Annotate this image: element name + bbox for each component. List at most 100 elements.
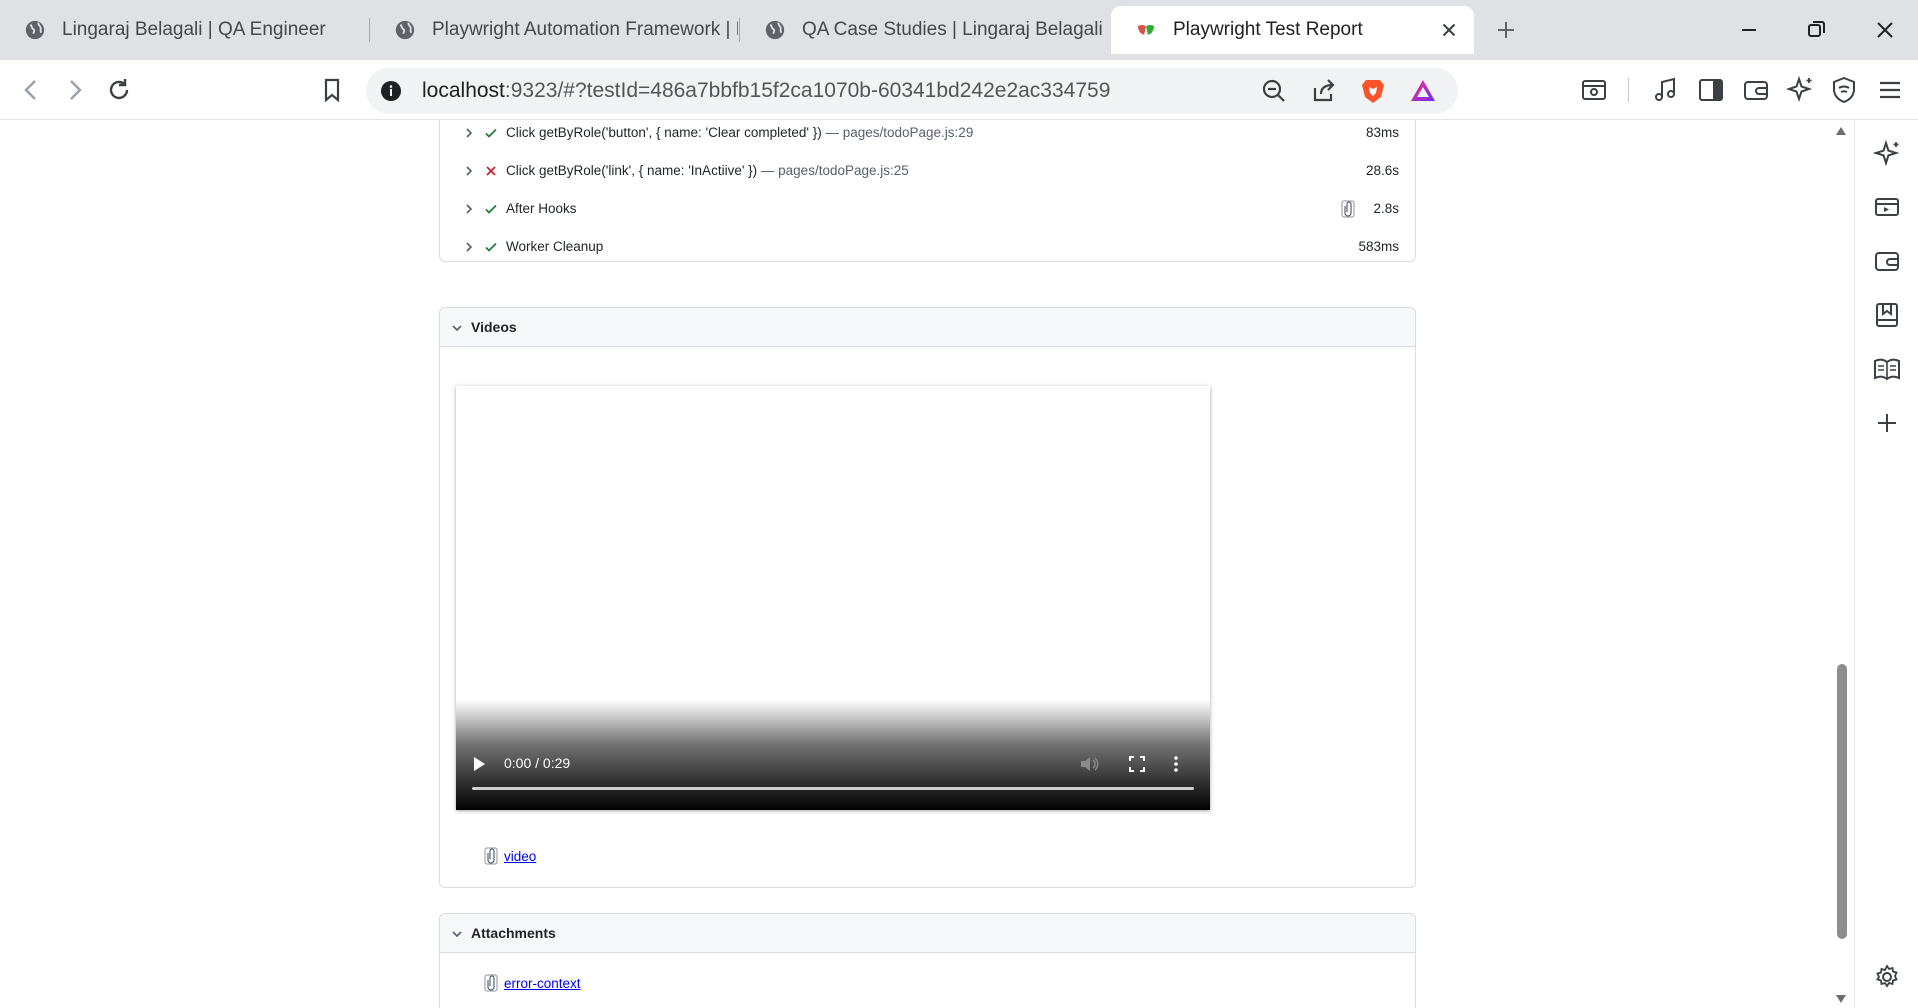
menu-icon[interactable] xyxy=(1875,75,1905,105)
wallet-icon[interactable] xyxy=(1873,247,1901,275)
step-title-text: After Hooks xyxy=(506,201,577,216)
attachments-panel: Attachments error-context xyxy=(439,913,1416,1008)
attachment-row: error-context xyxy=(484,974,581,992)
minimize-button[interactable] xyxy=(1733,14,1765,46)
step-duration: 28.6s xyxy=(1365,163,1399,178)
play-icon[interactable] xyxy=(472,756,486,772)
leo-ai-icon[interactable] xyxy=(1785,75,1815,105)
video-player[interactable]: 0:00 / 0:29 xyxy=(456,386,1210,810)
tab-search-icon[interactable] xyxy=(1579,75,1609,105)
gear-icon[interactable] xyxy=(1873,963,1901,991)
check-icon xyxy=(485,204,497,214)
page-scrollbar[interactable] xyxy=(1830,120,1852,1008)
attachment-icon xyxy=(484,974,498,992)
step-title: Click getByRole('button', { name: 'Clear… xyxy=(506,125,973,140)
close-window-button[interactable] xyxy=(1869,14,1901,46)
attachments-title: Attachments xyxy=(471,925,556,941)
videos-panel: Videos 0:00 / 0:29 video xyxy=(439,307,1416,888)
browser-side-panel xyxy=(1854,120,1918,1008)
step-title-text: Worker Cleanup xyxy=(506,239,604,254)
reading-list-icon[interactable] xyxy=(1873,355,1901,383)
brave-rewards-icon[interactable] xyxy=(1408,76,1438,106)
globe-icon xyxy=(395,20,415,40)
cross-icon xyxy=(486,166,496,176)
brave-shields-icon[interactable] xyxy=(1358,76,1388,106)
chevron-right-icon[interactable] xyxy=(462,202,476,216)
sidebar-toggle-icon[interactable] xyxy=(1696,75,1726,105)
step-title: Click getByRole('link', { name: 'InActii… xyxy=(506,163,909,178)
share-icon[interactable] xyxy=(1309,76,1339,106)
tab-strip: Lingaraj Belagali | QA Engineer Playwrig… xyxy=(0,0,1918,60)
check-icon xyxy=(485,242,497,252)
error-context-link[interactable]: error-context xyxy=(504,976,581,991)
zoom-out-icon[interactable] xyxy=(1259,76,1289,106)
attachments-panel-header[interactable]: Attachments xyxy=(440,914,1415,953)
step-row[interactable]: Worker Cleanup 583ms xyxy=(440,228,1415,266)
media-icon[interactable] xyxy=(1873,193,1901,221)
volume-icon[interactable] xyxy=(1079,755,1099,773)
chevron-right-icon[interactable] xyxy=(462,126,476,140)
site-info-icon[interactable] xyxy=(380,80,402,102)
check-icon xyxy=(485,128,497,138)
step-row[interactable]: Click getByRole('button', { name: 'Clear… xyxy=(440,120,1415,152)
videos-title: Videos xyxy=(471,319,517,335)
more-options-icon[interactable] xyxy=(1172,755,1180,773)
url-host: localhost xyxy=(422,79,505,102)
bookmark-icon[interactable] xyxy=(317,75,347,105)
playwright-icon xyxy=(1137,24,1155,35)
step-title: Worker Cleanup xyxy=(506,239,603,254)
toolbar-separator xyxy=(1628,78,1629,102)
video-time: 0:00 / 0:29 xyxy=(504,755,571,771)
chevron-down-icon[interactable] xyxy=(450,321,464,335)
step-duration: 2.8s xyxy=(1373,201,1399,216)
step-title-text: Click getByRole('button', { name: 'Clear… xyxy=(506,125,822,140)
video-link[interactable]: video xyxy=(504,849,536,864)
attachment-icon[interactable] xyxy=(1341,200,1355,218)
new-tab-button[interactable] xyxy=(1494,18,1518,42)
leo-ai-icon[interactable] xyxy=(1873,140,1901,168)
video-attachment-row: video xyxy=(484,847,536,865)
test-steps-panel: Click getByRole('button', { name: 'Clear… xyxy=(439,120,1416,262)
close-icon[interactable] xyxy=(1438,19,1460,41)
step-row[interactable]: Click getByRole('link', { name: 'InActii… xyxy=(440,152,1415,190)
videos-panel-header[interactable]: Videos xyxy=(440,308,1415,347)
url-path: :9323/#?testId=486a7bbfb15f2ca1070b-6034… xyxy=(504,79,1111,102)
add-icon[interactable] xyxy=(1873,409,1901,437)
video-seek-bar[interactable] xyxy=(472,787,1194,790)
tab-playwright-framework[interactable]: Playwright Automation Framework | L xyxy=(370,6,738,54)
scroll-up-arrow-icon[interactable] xyxy=(1835,126,1847,136)
attachment-icon xyxy=(484,847,498,865)
reload-button[interactable] xyxy=(104,75,134,105)
step-title: After Hooks xyxy=(506,201,577,216)
step-location: — pages/todoPage.js:29 xyxy=(821,125,974,140)
address-bar[interactable]: localhost:9323/#?testId=486a7bbfb15f2ca1… xyxy=(366,68,1458,114)
vpn-shield-icon[interactable] xyxy=(1829,75,1859,105)
tab-title: Lingaraj Belagali | QA Engineer xyxy=(62,19,326,40)
step-duration: 583ms xyxy=(1358,239,1399,254)
wallet-icon[interactable] xyxy=(1741,75,1771,105)
tab-lingaraj-qa-engineer[interactable]: Lingaraj Belagali | QA Engineer xyxy=(0,6,368,54)
chevron-right-icon[interactable] xyxy=(462,240,476,254)
globe-icon xyxy=(25,20,45,40)
scroll-down-arrow-icon[interactable] xyxy=(1835,994,1847,1004)
restore-button[interactable] xyxy=(1800,14,1832,46)
step-title-text: Click getByRole('link', { name: 'InActii… xyxy=(506,163,758,178)
fullscreen-icon[interactable] xyxy=(1128,755,1146,773)
chevron-right-icon[interactable] xyxy=(462,164,476,178)
step-location: — pages/todoPage.js:25 xyxy=(757,163,909,178)
tab-qa-case-studies[interactable]: QA Case Studies | Lingaraj Belagali xyxy=(740,6,1108,54)
music-icon[interactable] xyxy=(1651,75,1681,105)
scrollbar-thumb[interactable] xyxy=(1837,664,1847,939)
url-text[interactable]: localhost:9323/#?testId=486a7bbfb15f2ca1… xyxy=(422,79,1110,103)
tab-playwright-test-report[interactable]: Playwright Test Report xyxy=(1111,6,1474,54)
back-button[interactable] xyxy=(16,75,46,105)
chevron-down-icon[interactable] xyxy=(450,927,464,941)
tab-title: Playwright Automation Framework | L xyxy=(432,19,738,40)
step-row[interactable]: After Hooks 2.8s xyxy=(440,190,1415,228)
tab-title: Playwright Test Report xyxy=(1173,19,1363,40)
report-page: Click getByRole('button', { name: 'Clear… xyxy=(0,120,1830,1008)
forward-button[interactable] xyxy=(60,75,90,105)
step-duration: 83ms xyxy=(1365,125,1399,140)
bookmarks-icon[interactable] xyxy=(1873,301,1901,329)
globe-icon xyxy=(765,20,785,40)
